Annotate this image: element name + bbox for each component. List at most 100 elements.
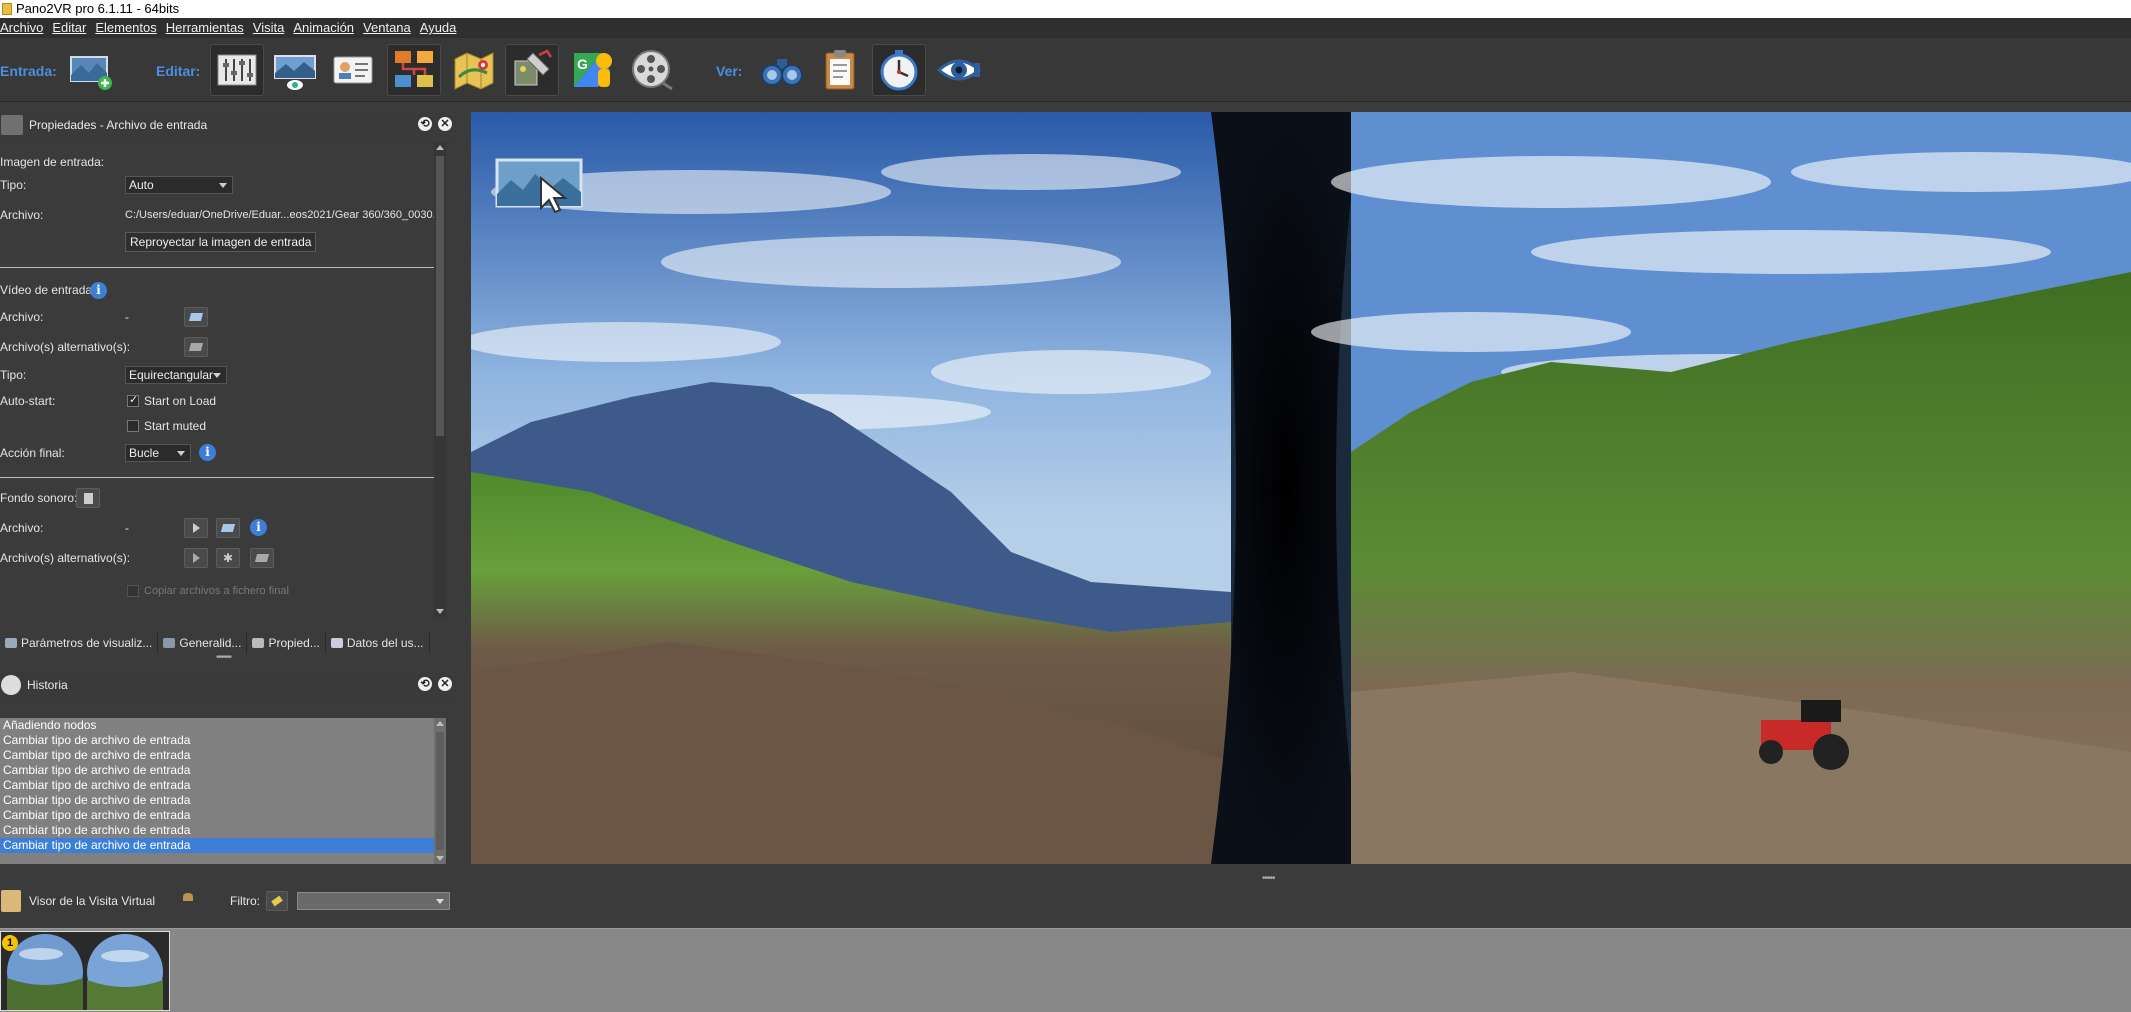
play-alt-sound-button[interactable] [184, 548, 208, 568]
scroll-up-arrow[interactable] [436, 145, 444, 150]
document-icon [83, 492, 93, 504]
stopwatch-icon [880, 50, 918, 91]
history-list: Añadiendo nodos Cambiar tipo de archivo … [0, 718, 446, 864]
accion-final-select[interactable]: Bucle [125, 444, 191, 462]
panel-splitter[interactable]: •••••• [216, 652, 232, 663]
menu-animacion[interactable]: Animación [293, 18, 363, 38]
video-tipo-select[interactable]: Equirectangular [125, 366, 227, 384]
filter-label: Filtro: [230, 894, 260, 908]
tour-viewer-label: Visor de la Visita Virtual [29, 894, 156, 908]
patch-editor-icon [514, 49, 553, 86]
list-item[interactable]: Cambiar tipo de archivo de entrada [0, 823, 446, 838]
video-section-label: Vídeo de entrada: [0, 283, 96, 297]
filter-select[interactable] [297, 892, 450, 910]
film-reel-icon [632, 50, 673, 91]
list-item[interactable]: Cambiar tipo de archivo de entrada [0, 808, 446, 823]
play-sound-button[interactable] [184, 518, 208, 538]
list-item-selected[interactable]: Cambiar tipo de archivo de entrada [0, 838, 446, 853]
sonido-alt-label: Archivo(s) alternativo(s): [0, 551, 131, 565]
list-item[interactable]: Cambiar tipo de archivo de entrada [0, 793, 446, 808]
list-item[interactable]: Cambiar tipo de archivo de entrada [0, 763, 446, 778]
folder-icon [188, 313, 204, 321]
copy-files-checkbox[interactable] [127, 585, 139, 597]
sound-options-button[interactable]: ✱ [216, 548, 240, 568]
sound-settings-button[interactable] [76, 488, 100, 508]
info-icon[interactable]: i [250, 519, 267, 536]
info-icon[interactable]: i [199, 444, 216, 461]
tab-generalidades[interactable]: Generalid... [158, 632, 248, 654]
float-panel-button[interactable]: ⟲ [418, 677, 432, 691]
play-icon [192, 553, 200, 563]
start-on-load-label: Start on Load [144, 394, 217, 408]
scroll-down-arrow[interactable] [436, 856, 444, 861]
open-sound-file-button[interactable] [216, 518, 240, 538]
start-muted-checkbox[interactable] [127, 420, 139, 432]
close-panel-button[interactable]: ✕ [438, 117, 452, 131]
menu-visita[interactable]: Visita [253, 18, 294, 38]
list-item[interactable]: Cambiar tipo de archivo de entrada [0, 778, 446, 793]
menu-ayuda[interactable]: Ayuda [420, 18, 466, 38]
scroll-up-arrow[interactable] [436, 721, 444, 726]
stopwatch-button[interactable] [872, 44, 926, 96]
properties-panel-header: Propiedades - Archivo de entrada ⟲ ✕ [0, 112, 456, 138]
scroll-thumb[interactable] [436, 156, 444, 436]
user-data-icon [333, 56, 373, 84]
menu-editar[interactable]: Editar [52, 18, 95, 38]
filter-tag-button[interactable] [266, 891, 288, 911]
list-item[interactable]: Cambiar tipo de archivo de entrada [0, 748, 446, 763]
start-muted-label: Start muted [144, 419, 207, 433]
scroll-down-arrow[interactable] [436, 609, 444, 614]
list-item[interactable]: Añadiendo nodos [0, 718, 446, 733]
viewer-splitter[interactable]: ••••• [1262, 873, 1275, 884]
info-icon[interactable]: i [90, 282, 107, 299]
folder-icon [220, 524, 236, 532]
divider [0, 477, 441, 478]
open-alt-file-button[interactable] [184, 337, 208, 357]
history-title: Historia [27, 678, 68, 692]
google-street-view-button[interactable]: G [566, 44, 620, 96]
hotspot-editor-icon [395, 51, 433, 87]
user-data-button[interactable] [326, 44, 380, 96]
tag-icon [271, 895, 283, 907]
hotspot-editor-button[interactable] [387, 44, 441, 96]
tab-parametros[interactable]: Parámetros de visualiz... [0, 632, 159, 654]
copy-files-label: Copiar archivos a fichero final [144, 585, 289, 597]
user-data-icon [330, 638, 343, 648]
eye-viewer-button[interactable] [932, 44, 986, 96]
float-panel-button[interactable]: ⟲ [418, 117, 432, 131]
viewing-parameters-button[interactable] [268, 44, 322, 96]
add-panorama-button[interactable] [63, 44, 117, 96]
clipboard-button[interactable] [813, 44, 867, 96]
sliders-icon [217, 54, 257, 86]
open-alt-sound-button[interactable] [250, 548, 274, 568]
reproject-button[interactable]: Reproyectar la imagen de entrada [125, 232, 317, 252]
list-item[interactable]: Cambiar tipo de archivo de entrada [0, 733, 446, 748]
map-button[interactable] [447, 44, 501, 96]
open-file-button[interactable] [184, 307, 208, 327]
menu-ventana[interactable]: Ventana [363, 18, 420, 38]
video-archivo-label: Archivo: [0, 310, 44, 324]
svg-text:G: G [577, 56, 588, 72]
patch-editor-button[interactable] [505, 44, 559, 96]
menu-archivo[interactable]: Archivo [0, 18, 52, 38]
viewing-parameters-icon [274, 55, 316, 90]
tab-propiedades[interactable]: Propied... [247, 632, 326, 654]
history-scrollbar[interactable] [434, 718, 446, 864]
tab-datos-usuario[interactable]: Datos del us... [325, 632, 430, 654]
sonido-archivo-value: - [125, 521, 129, 535]
add-panorama-icon [70, 56, 112, 90]
menu-herramientas[interactable]: Herramientas [166, 18, 253, 38]
properties-scrollbar[interactable] [434, 142, 446, 617]
tipo-select[interactable]: Auto [125, 176, 233, 194]
start-on-load-checkbox[interactable] [127, 393, 139, 407]
sliders-button[interactable] [210, 44, 264, 96]
close-panel-button[interactable]: ✕ [438, 677, 452, 691]
divider [0, 267, 441, 268]
binoculars-button[interactable] [755, 44, 809, 96]
user-filter-button[interactable] [178, 893, 198, 909]
menu-elementos[interactable]: Elementos [95, 18, 165, 38]
scroll-thumb[interactable] [436, 732, 444, 850]
node-thumbnail[interactable]: 1 [0, 931, 170, 1011]
panorama-viewport[interactable] [471, 112, 2131, 864]
film-reel-button[interactable] [624, 44, 678, 96]
